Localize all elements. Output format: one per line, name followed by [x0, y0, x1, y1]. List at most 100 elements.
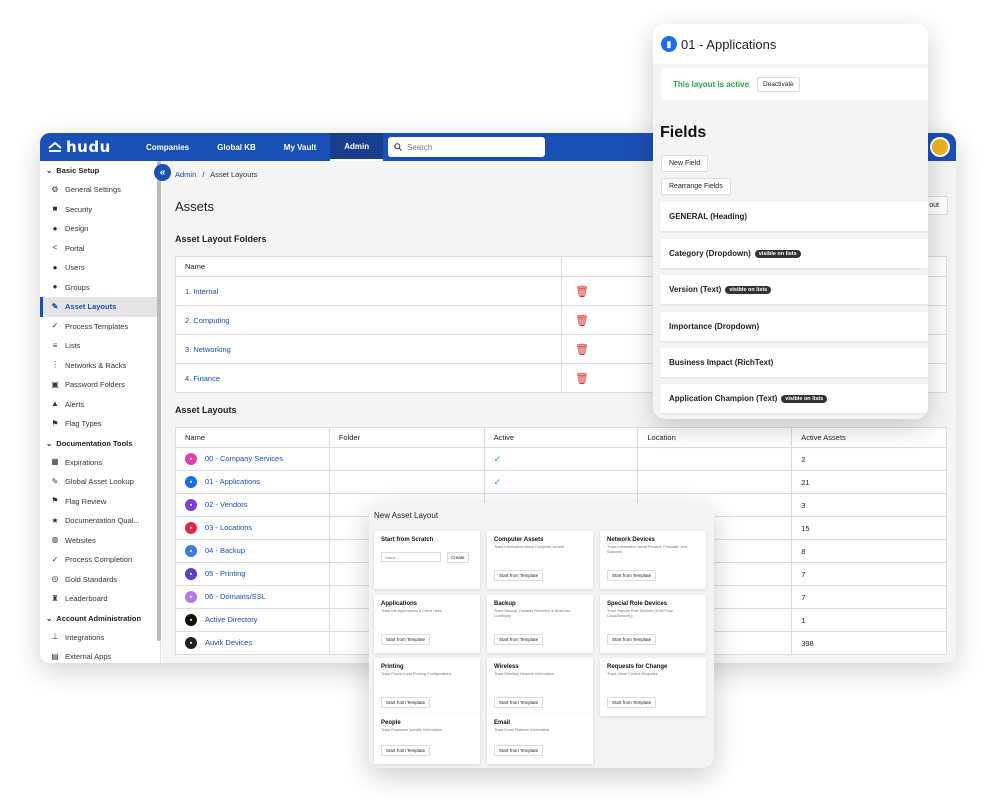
start-from-template-button[interactable]: Start from Template: [381, 745, 431, 756]
start-from-template-button[interactable]: Start from Template: [494, 634, 544, 645]
sidebar-item[interactable]: ♜ Leaderboard: [40, 589, 160, 609]
sidebar-item[interactable]: ▦ Expirations: [40, 453, 160, 473]
layout-name-link[interactable]: 03 - Locations: [205, 523, 252, 532]
sidebar-scrollbar[interactable]: [157, 161, 161, 641]
sidebar-section-header[interactable]: ⌄ Basic Setup: [40, 161, 160, 180]
layout-name-link[interactable]: 06 - Domains/SSL: [205, 592, 266, 601]
layout-icon: ▪: [185, 568, 197, 580]
layout-name-cell[interactable]: ▪ 00 - Company Services: [175, 447, 330, 471]
layout-name-link[interactable]: 05 - Printing: [205, 569, 245, 578]
sidebar-item[interactable]: ✎ Asset Layouts: [40, 297, 158, 317]
layout-count-cell: 2: [791, 447, 947, 471]
nav-companies[interactable]: Companies: [132, 133, 203, 161]
trash-icon[interactable]: 🗑︎: [575, 315, 589, 327]
sidebar-item[interactable]: ✓ Process Templates: [40, 317, 160, 337]
field-label: Business Impact (RichText): [669, 358, 774, 367]
layout-name-link[interactable]: Auvik Devices: [205, 638, 252, 647]
sidebar-item[interactable]: ✓ Process Completion: [40, 550, 160, 570]
layouts-header-cell[interactable]: Location: [637, 427, 793, 448]
sidebar-item[interactable]: ▤ External Apps: [40, 647, 160, 663]
folder-name-link[interactable]: 1. Internal: [175, 276, 562, 306]
layout-name-link[interactable]: Active Directory: [205, 615, 258, 624]
sidebar-item[interactable]: ▣ Password Folders: [40, 375, 160, 395]
breadcrumb-admin-link[interactable]: Admin: [175, 170, 196, 179]
folders-header-name: Name: [175, 256, 562, 277]
layout-name-cell[interactable]: ▪ 04 - Backup: [175, 539, 330, 563]
collapse-sidebar-icon[interactable]: «: [154, 164, 171, 181]
layout-name-link[interactable]: 02 - Vendors: [205, 500, 248, 509]
layout-name-cell[interactable]: ▪ 01 - Applications: [175, 470, 330, 494]
layouts-header-cell[interactable]: Active: [483, 427, 639, 448]
layout-name-cell[interactable]: ▪ Auvik Devices: [175, 631, 330, 655]
start-from-template-button[interactable]: Start from Template: [607, 697, 657, 708]
nav-global-kb[interactable]: Global KB: [203, 133, 270, 161]
folder-name-link[interactable]: 4. Finance: [175, 363, 562, 393]
layout-name-cell[interactable]: ▪ 05 - Printing: [175, 562, 330, 586]
folder-name-link[interactable]: 2. Computing: [175, 305, 562, 335]
create-button[interactable]: Create: [447, 552, 469, 563]
start-from-template-button[interactable]: Start from Template: [381, 634, 431, 645]
start-from-template-button[interactable]: Start from Template: [381, 697, 431, 708]
start-from-template-button[interactable]: Start from Template: [494, 697, 544, 708]
field-row[interactable]: Application Champion (Text) visible on li…: [660, 384, 928, 413]
rearrange-fields-button[interactable]: Rearrange Fields: [661, 178, 731, 195]
sidebar-item[interactable]: ✎ Global Asset Lookup: [40, 472, 160, 492]
layout-name-link[interactable]: 00 - Company Services: [205, 454, 283, 463]
trash-icon[interactable]: 🗑︎: [575, 286, 589, 298]
start-from-template-button[interactable]: Start from Template: [494, 745, 544, 756]
start-from-template-button[interactable]: Start from Template: [494, 570, 544, 581]
search-box[interactable]: [388, 137, 545, 157]
folder-name-link[interactable]: 3. Networking: [175, 334, 562, 364]
sidebar-item[interactable]: ⚑ Flag Review: [40, 492, 160, 512]
layout-name-link[interactable]: 01 - Applications: [205, 477, 260, 486]
sidebar-item[interactable]: ⚙ General Settings: [40, 180, 160, 200]
sidebar-item[interactable]: ≡ Lists: [40, 336, 160, 356]
template-card-description: Track Employee specific Information: [381, 728, 443, 732]
sidebar-item[interactable]: ● Groups: [40, 278, 160, 298]
template-card-description: Track Email Platform Information: [494, 728, 550, 732]
layouts-header-cell[interactable]: Active Assets: [791, 427, 947, 448]
trash-icon[interactable]: 🗑︎: [575, 373, 589, 385]
start-from-template-button[interactable]: Start from Template: [607, 570, 657, 581]
sidebar-item[interactable]: ▲ Alerts: [40, 395, 160, 415]
field-row[interactable]: Business Impact (RichText): [660, 348, 928, 377]
sidebar-section-header[interactable]: ⌄ Account Administration: [40, 609, 160, 628]
field-row[interactable]: Version (Text) visible on lists: [660, 275, 928, 304]
layout-name-cell[interactable]: ▪ 03 - Locations: [175, 516, 330, 540]
layout-name-cell[interactable]: ▪ 06 - Domains/SSL: [175, 585, 330, 609]
hudu-logo[interactable]: hudu: [40, 138, 132, 156]
nav-my-vault[interactable]: My Vault: [270, 133, 330, 161]
sidebar-item-label: Security: [65, 204, 93, 214]
sidebar-section-header[interactable]: ⌄ Documentation Tools: [40, 434, 160, 453]
layout-active-cell: ✓: [483, 470, 639, 494]
user-avatar[interactable]: [930, 137, 950, 157]
sidebar-item[interactable]: ● Design: [40, 219, 160, 239]
sidebar-item[interactable]: ◎ Gold Standards: [40, 570, 160, 590]
layout-name-link[interactable]: 04 - Backup: [205, 546, 245, 555]
sidebar-item[interactable]: ■ Security: [40, 200, 160, 220]
field-row[interactable]: Category (Dropdown) visible on lists: [660, 239, 928, 268]
new-field-button[interactable]: New Field: [661, 155, 709, 172]
search-input[interactable]: [407, 142, 537, 152]
field-row[interactable]: Importance (Dropdown): [660, 312, 928, 341]
deactivate-button[interactable]: Deactivate: [757, 76, 800, 92]
field-row[interactable]: GENERAL (Heading): [660, 202, 928, 231]
sidebar-item[interactable]: ● Users: [40, 258, 160, 278]
sidebar-item[interactable]: ★ Documentation Qual...: [40, 511, 160, 531]
layouts-header-cell[interactable]: Name: [175, 427, 330, 448]
nav-admin[interactable]: Admin: [330, 133, 384, 161]
sidebar-item[interactable]: ⚑ Flag Types: [40, 414, 160, 434]
start-from-template-button[interactable]: Start from Template: [607, 634, 657, 645]
layout-location-cell: [637, 470, 793, 494]
layouts-header-cell[interactable]: Folder: [328, 427, 485, 448]
sidebar-item[interactable]: ⋮ Networks & Racks: [40, 356, 160, 376]
layout-name-cell[interactable]: ▪ 02 - Vendors: [175, 493, 330, 517]
layout-name-cell[interactable]: ▪ Active Directory: [175, 608, 330, 632]
layout-name-input[interactable]: Name...: [381, 552, 441, 562]
sidebar-item[interactable]: ◍ Websites: [40, 531, 160, 551]
sidebar-item[interactable]: < Portal: [40, 239, 160, 259]
template-card-title: People: [381, 720, 401, 726]
trash-icon[interactable]: 🗑︎: [575, 344, 589, 356]
wrench-icon: ✎: [51, 476, 59, 486]
sidebar-item[interactable]: ⊥ Integrations: [40, 628, 160, 648]
